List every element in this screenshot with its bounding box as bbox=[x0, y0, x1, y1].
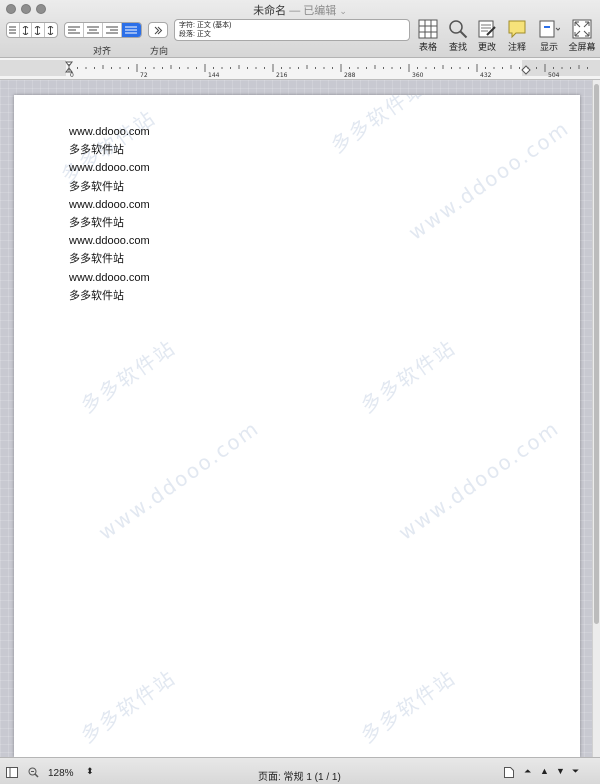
search-icon bbox=[449, 20, 468, 39]
next-page-icon[interactable]: ▼ bbox=[556, 766, 565, 776]
text-line: 多多软件站 bbox=[69, 216, 124, 229]
watermark: 多多软件站 bbox=[326, 95, 431, 158]
ruler-label: 432 bbox=[480, 72, 492, 79]
watermark: 多多软件站 bbox=[76, 335, 181, 418]
ruler-label: 72 bbox=[140, 72, 148, 79]
watermark: www.ddooo.com bbox=[94, 415, 264, 545]
zoom-icon[interactable] bbox=[28, 767, 39, 778]
text-line: www.ddooo.com bbox=[69, 126, 150, 138]
text-line: www.ddooo.com bbox=[69, 271, 150, 284]
watermark: 多多软件站 bbox=[356, 335, 461, 418]
text-line: 多多软件站 bbox=[69, 144, 124, 157]
spacing-icon bbox=[47, 25, 54, 35]
ruler-label: 0 bbox=[70, 72, 74, 79]
track-changes-button[interactable]: 更改 bbox=[473, 19, 501, 53]
spacing-option-2[interactable] bbox=[20, 23, 33, 37]
line-spacing-control[interactable] bbox=[6, 22, 58, 38]
fullscreen-icon bbox=[572, 19, 592, 39]
comment-button[interactable]: 注释 bbox=[503, 19, 531, 53]
window-toolbar: 未命名 — 已编辑 ⌄ 对齐 方向 字符: 正文 (基本) 段落: 正文 表格 … bbox=[0, 0, 600, 58]
align-justify-button[interactable] bbox=[122, 23, 141, 37]
direction-icon bbox=[154, 26, 163, 34]
ruler-ticks: 0 72 144 216 288 360 432 504 bbox=[0, 60, 600, 79]
spacing-icon bbox=[22, 25, 29, 35]
status-bar: 128% ⬍ 页面: 常规 1 (1 / 1) ⏶ ▲ ▼ ⏷ bbox=[0, 757, 600, 784]
align-center-icon bbox=[87, 26, 99, 33]
text-line: 多多软件站 bbox=[69, 253, 124, 266]
watermark: 多多软件站 bbox=[356, 665, 461, 748]
view-icon bbox=[539, 20, 560, 38]
alignment-control[interactable] bbox=[64, 22, 142, 38]
spacing-option-3[interactable] bbox=[32, 23, 45, 37]
sidebar-toggle-icon[interactable] bbox=[6, 767, 18, 778]
align-right-button[interactable] bbox=[103, 23, 122, 37]
previous-page-icon[interactable]: ▲ bbox=[540, 766, 549, 776]
align-center-button[interactable] bbox=[84, 23, 103, 37]
direction-button[interactable] bbox=[148, 22, 168, 38]
spacing-option-4[interactable] bbox=[45, 23, 57, 37]
watermark: 多多软件站 bbox=[76, 665, 181, 748]
text-line: www.ddooo.com bbox=[69, 198, 150, 211]
table-button[interactable]: 表格 bbox=[414, 19, 442, 53]
watermark: www.ddooo.com bbox=[404, 115, 574, 245]
text-line: www.ddooo.com bbox=[69, 235, 150, 248]
text-line: www.ddooo.com bbox=[69, 162, 150, 175]
align-right-icon bbox=[106, 26, 118, 33]
document-page[interactable]: 多多软件站 多多软件站 多多软件站 多多软件站 多多软件站 多多软件站 www.… bbox=[14, 95, 580, 757]
style-selector[interactable]: 字符: 正文 (基本) 段落: 正文 bbox=[174, 19, 410, 41]
find-button[interactable]: 查找 bbox=[444, 19, 472, 53]
char-style-text: 字符: 正文 (基本) bbox=[179, 22, 232, 29]
align-justify-icon bbox=[125, 26, 138, 33]
page-info: 页面: 常规 1 (1 / 1) bbox=[258, 772, 341, 783]
view-button[interactable]: 显示 bbox=[535, 19, 563, 53]
ruler-label: 216 bbox=[276, 72, 288, 79]
align-left-button[interactable] bbox=[65, 23, 84, 37]
ruler-label: 288 bbox=[344, 72, 356, 79]
vertical-scrollbar[interactable] bbox=[592, 80, 600, 757]
comment-icon bbox=[508, 20, 526, 39]
chevron-down-icon: ⌄ bbox=[339, 6, 347, 16]
spacing-icon bbox=[34, 25, 41, 35]
direction-label: 方向 bbox=[150, 46, 169, 56]
text-line: 多多软件站 bbox=[69, 289, 124, 302]
document-icon[interactable] bbox=[504, 767, 514, 778]
ruler-label: 360 bbox=[412, 72, 424, 79]
para-style-text: 段落: 正文 bbox=[179, 31, 211, 38]
window-title[interactable]: 未命名 — 已编辑 ⌄ bbox=[0, 2, 600, 18]
ruler-label: 144 bbox=[208, 72, 220, 79]
table-icon bbox=[418, 19, 438, 39]
zoom-stepper-icon[interactable]: ⬍ bbox=[86, 766, 94, 777]
horizontal-ruler[interactable]: 0 72 144 216 288 360 432 504 bbox=[0, 58, 600, 80]
text-line: 多多软件站 bbox=[69, 180, 124, 193]
spacing-option-1[interactable] bbox=[7, 23, 20, 37]
fullscreen-button[interactable]: 全屏幕 bbox=[567, 19, 597, 53]
track-changes-icon bbox=[478, 20, 496, 38]
last-page-icon[interactable]: ⏷ bbox=[572, 766, 579, 777]
zoom-level[interactable]: 128% bbox=[48, 768, 74, 779]
align-label: 对齐 bbox=[93, 46, 112, 56]
vertical-scroll-thumb[interactable] bbox=[594, 84, 599, 624]
first-page-icon[interactable]: ⏶ bbox=[524, 766, 531, 777]
ruler-label: 504 bbox=[548, 72, 560, 79]
align-left-icon bbox=[68, 26, 80, 33]
watermark: www.ddooo.com bbox=[394, 415, 564, 545]
document-body[interactable]: www.ddooo.com 多多软件站 www.ddooo.com 多多软件站 … bbox=[69, 123, 150, 305]
edited-status: — 已编辑 bbox=[289, 5, 337, 17]
spacing-icon bbox=[9, 26, 17, 33]
